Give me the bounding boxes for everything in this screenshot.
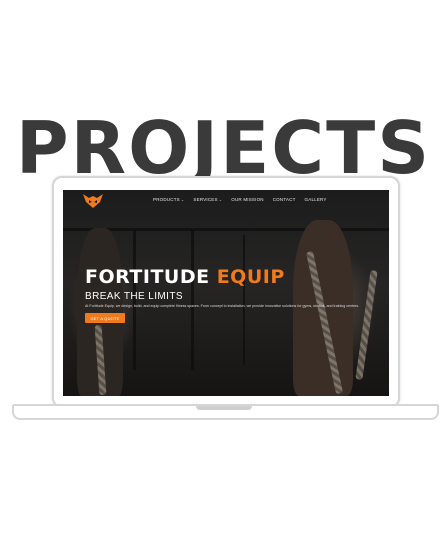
fox-logo-icon[interactable] xyxy=(83,194,103,208)
chevron-down-icon: ⌄ xyxy=(218,197,223,202)
hero-title-accent: EQUIP xyxy=(216,266,285,288)
projects-showcase: PROJECTS PRODUCTS ⌄ SERVICES ⌄ OUR MISSI… xyxy=(0,0,447,559)
gym-rack-bar xyxy=(243,235,245,365)
get-a-quote-button[interactable]: GET A QUOTE xyxy=(85,313,125,323)
nav-item-contact[interactable]: CONTACT xyxy=(273,197,296,202)
nav-item-products[interactable]: PRODUCTS ⌄ xyxy=(153,197,184,202)
nav-item-label: OUR MISSION xyxy=(231,197,264,202)
nav-item-label: CONTACT xyxy=(272,197,296,202)
nav-menu: PRODUCTS ⌄ SERVICES ⌄ OUR MISSION CONTAC… xyxy=(153,197,327,202)
chevron-down-icon: ⌄ xyxy=(180,197,185,202)
nav-item-label: PRODUCTS xyxy=(153,197,180,202)
laptop-mockup: PRODUCTS ⌄ SERVICES ⌄ OUR MISSION CONTAC… xyxy=(52,176,400,408)
gym-rack-bar xyxy=(191,230,194,370)
nav-item-label: GALLERY xyxy=(304,197,327,202)
nav-item-our-mission[interactable]: OUR MISSION xyxy=(231,197,263,202)
nav-item-label: SERVICES xyxy=(193,197,218,202)
hero-subtitle: BREAK THE LIMITS xyxy=(85,291,183,302)
laptop-base xyxy=(12,404,439,420)
nav-item-services[interactable]: SERVICES ⌄ xyxy=(193,197,222,202)
hero-title: FORTITUDE EQUIP xyxy=(85,266,285,288)
hero-description: At Fortitude Equip, we design, build, an… xyxy=(85,304,360,308)
laptop-hinge-notch xyxy=(196,406,252,410)
laptop-screen: PRODUCTS ⌄ SERVICES ⌄ OUR MISSION CONTAC… xyxy=(63,190,389,396)
site-navbar: PRODUCTS ⌄ SERVICES ⌄ OUR MISSION CONTAC… xyxy=(63,190,389,212)
nav-item-gallery[interactable]: GALLERY xyxy=(305,197,327,202)
hero-title-main: FORTITUDE xyxy=(85,266,210,288)
